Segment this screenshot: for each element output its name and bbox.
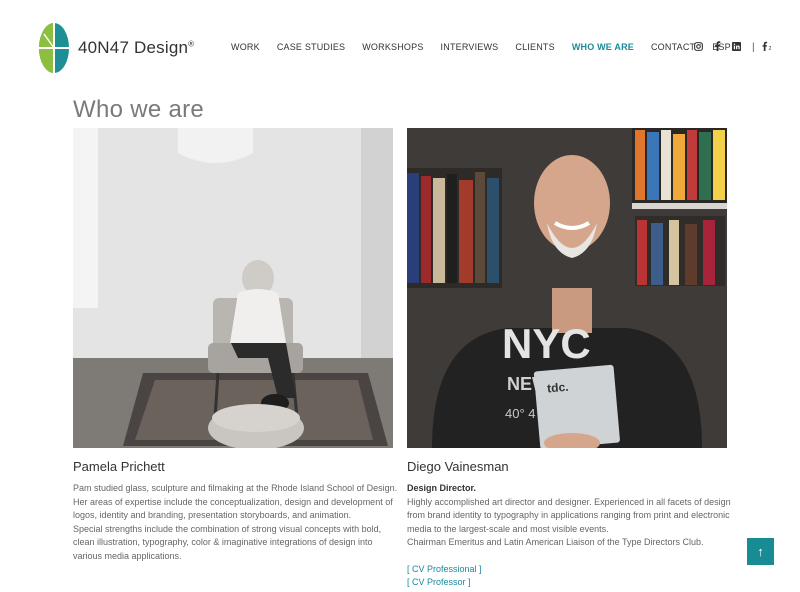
page-title: Who we are [73, 96, 205, 123]
cv-professional-link[interactable]: [ CV Professional ] [407, 563, 732, 577]
nav-workshops[interactable]: WORKSHOPS [362, 42, 423, 52]
bio-pamela: Pam studied glass, sculpture and filmaki… [73, 482, 398, 563]
bio-paragraph: Highly accomplished art director and des… [407, 496, 731, 534]
person-name-pamela: Pamela Prichett [73, 459, 165, 474]
nav-case-studies[interactable]: CASE STUDIES [277, 42, 345, 52]
bio-diego: Design Director. Highly accomplished art… [407, 482, 732, 590]
social-links: | 2 [694, 41, 784, 54]
instagram-icon[interactable] [694, 41, 703, 54]
facebook-icon[interactable] [714, 41, 721, 54]
photo-pamela-prichett [73, 128, 393, 448]
shirt-nyc-text: NYC [502, 320, 591, 367]
flickr-icon[interactable]: 2 [761, 41, 773, 54]
photo-diego-vainesman: NYC NEW YORK 40° 4 0' W tdc. [407, 128, 727, 448]
arrow-up-icon: ↑ [757, 544, 764, 559]
person-name-diego: Diego Vainesman [407, 459, 509, 474]
bio-paragraph: Special strengths include the combinatio… [73, 523, 382, 561]
back-to-top-button[interactable]: ↑ [747, 538, 774, 565]
logo-text: 40N47 Design® [78, 38, 195, 57]
nav-interviews[interactable]: INTERVIEWS [441, 42, 499, 52]
nav-who-we-are[interactable]: WHO WE ARE [572, 42, 634, 52]
bio-paragraph: Pam studied glass, sculpture and filmaki… [73, 483, 398, 520]
award-tdc-text: tdc. [547, 380, 569, 396]
social-divider: | [752, 42, 755, 53]
main-nav: WORK CASE STUDIES WORKSHOPS INTERVIEWS C… [231, 42, 748, 52]
nav-clients[interactable]: CLIENTS [515, 42, 554, 52]
nav-contact[interactable]: CONTACT [651, 42, 695, 52]
svg-text:2: 2 [768, 46, 771, 51]
linkedin-icon[interactable] [732, 41, 741, 54]
logo-mark-icon [38, 22, 70, 74]
role-title: Design Director. [407, 483, 477, 493]
bio-paragraph: Chairman Emeritus and Latin American Lia… [407, 537, 704, 547]
nav-work[interactable]: WORK [231, 42, 260, 52]
site-logo[interactable]: 40N47 Design® [38, 22, 194, 74]
cv-professor-link[interactable]: [ CV Professor ] [407, 576, 732, 590]
